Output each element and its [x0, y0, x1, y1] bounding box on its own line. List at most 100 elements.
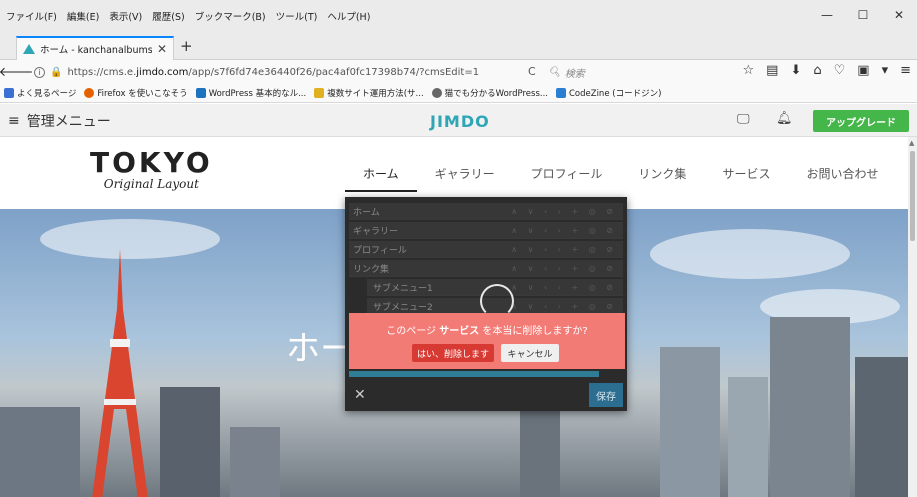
bookmark-item[interactable]: WordPress 基本的なル...	[195, 87, 306, 99]
site-navigation: ホーム ギャラリー プロフィール リンク集 サービス お問い合わせ	[345, 165, 896, 192]
navigation-bar: 🡐 i 🔒 https://cms.e.jimdo.com/app/s7f6fd…	[0, 60, 917, 84]
bookmark-star-icon[interactable]: ☆	[742, 63, 754, 78]
minimize-button[interactable]: —	[809, 0, 845, 30]
bookmarks-toolbar: よく見るページ Firefox を使いこなそう WordPress 基本的なル.…	[0, 84, 917, 103]
nav-editor-item-label: リンク集	[353, 264, 390, 275]
scroll-thumb[interactable]	[910, 151, 915, 241]
bookmark-item[interactable]: 複数サイト運用方法(サ...	[314, 87, 424, 99]
jimdo-logo: JIMDO	[430, 112, 490, 131]
menu-edit[interactable]: 編集(E)	[67, 9, 99, 23]
pocket-icon[interactable]: ♡	[834, 63, 846, 78]
menu-help[interactable]: ヘルプ(H)	[327, 9, 370, 23]
bookmark-item[interactable]: Firefox を使いこなそう	[84, 87, 188, 99]
jimdo-favicon-icon	[23, 44, 35, 54]
tab-title: ホーム - kanchanalbumsite べ	[40, 45, 152, 56]
panel-close-button[interactable]: ✕	[354, 387, 366, 403]
back-arrow-icon[interactable]: 🡐	[0, 62, 33, 82]
preview-monitor-icon[interactable]: 🖵	[737, 112, 750, 127]
search-box[interactable]: 🔍︎ 検索	[548, 62, 708, 82]
menu-history[interactable]: 履歴(S)	[152, 9, 184, 23]
menu-list: ファイル(F) 編集(E) 表示(V) 履歴(S) ブックマーク(B) ツール(…	[6, 9, 370, 23]
tab-close-icon[interactable]: ✕	[157, 42, 167, 56]
window-menubar: ファイル(F) 編集(E) 表示(V) 履歴(S) ブックマーク(B) ツール(…	[0, 0, 917, 34]
notification-bell-icon[interactable]: 🔔︎	[776, 111, 793, 126]
cancel-delete-button[interactable]: キャンセル	[501, 344, 559, 362]
building	[660, 347, 720, 497]
menu-view[interactable]: 表示(V)	[109, 9, 142, 23]
nav-editor-item-label: プロフィール	[353, 245, 407, 256]
nav-editor-input-bar[interactable]	[349, 371, 599, 377]
window-controls: — ☐ ✕	[809, 0, 917, 30]
nav-editor-item-controls[interactable]: ∧ ∨ ‹ › + ◎ ⊘	[511, 264, 617, 273]
building	[855, 357, 908, 497]
site-nav-links[interactable]: リンク集	[620, 165, 704, 192]
confirm-prefix: このページ	[386, 326, 440, 337]
nav-editor-item-controls[interactable]: ∧ ∨ ‹ › + ◎ ⊘	[511, 226, 617, 235]
confirm-delete-button[interactable]: はい、削除します	[412, 344, 494, 362]
confirm-page-name: サービス	[439, 326, 480, 337]
site-nav-profile[interactable]: プロフィール	[513, 165, 621, 192]
delete-confirm-message: このページ サービス を本当に削除しますか?	[349, 322, 625, 337]
tokyo-tower-icon	[92, 249, 148, 497]
close-window-button[interactable]: ✕	[881, 0, 917, 30]
site-nav-service[interactable]: サービス	[704, 165, 788, 192]
new-tab-button[interactable]: +	[180, 37, 193, 55]
confirm-suffix: を本当に削除しますか?	[479, 326, 588, 337]
admin-menu-button[interactable]: ≡ 管理メニュー	[8, 111, 111, 131]
bookmark-item[interactable]: よく見るページ	[4, 87, 76, 99]
hero-title: ホー	[286, 329, 354, 369]
menu-tools[interactable]: ツール(T)	[276, 9, 318, 23]
url-prefix: https://cms.e.	[67, 66, 137, 78]
page-scrollbar[interactable]: ▲	[908, 137, 917, 497]
building	[770, 317, 850, 497]
nav-editor-item-controls[interactable]: ∧ ∨ ‹ › + ◎ ⊘	[511, 245, 617, 254]
building	[520, 407, 560, 497]
bookmark-item[interactable]: 猫でも分かるWordPress...	[431, 87, 548, 99]
nav-editor-item[interactable]: ギャラリー ∧ ∨ ‹ › + ◎ ⊘	[349, 222, 623, 239]
lock-icon: 🔒	[50, 66, 63, 78]
bookmark-label: よく見るページ	[17, 89, 77, 99]
info-icon[interactable]: i	[34, 66, 45, 78]
overflow-chevron-icon[interactable]: ▾	[882, 63, 889, 78]
maximize-button[interactable]: ☐	[845, 0, 881, 30]
nav-editor-item-label: ギャラリー	[353, 226, 399, 237]
search-placeholder: 検索	[564, 68, 585, 80]
site-logo[interactable]: TOKYO Original Layout	[90, 149, 213, 192]
nav-editor-item-controls[interactable]: ∧ ∨ ‹ › + ◎ ⊘	[511, 302, 617, 311]
toolbar-icons: ☆ ▤ ⬇ ⌂ ♡ ▣ ▾ ≡	[742, 63, 911, 78]
url-bar[interactable]: i 🔒 https://cms.e.jimdo.com/app/s7f6fd74…	[30, 62, 512, 82]
nav-editor-item[interactable]: プロフィール ∧ ∨ ‹ › + ◎ ⊘	[349, 241, 623, 258]
hamburger-menu-icon[interactable]: ≡	[900, 63, 911, 78]
home-icon[interactable]: ⌂	[813, 63, 821, 78]
site-logo-sub: Original Layout	[103, 177, 199, 191]
panel-save-button[interactable]: 保存	[589, 383, 623, 407]
cloud	[650, 229, 850, 279]
site-nav-home[interactable]: ホーム	[345, 165, 417, 192]
bookmark-label: 猫でも分かるWordPress...	[444, 89, 548, 99]
reading-list-icon[interactable]: ▤	[766, 63, 778, 78]
bookmark-item[interactable]: CodeZine (コードジン)	[555, 87, 661, 99]
search-icon: 🔍︎	[548, 66, 561, 78]
bookmark-icon	[4, 88, 14, 98]
bookmark-label: 複数サイト運用方法(サ...	[327, 89, 424, 99]
nav-editor-item-controls[interactable]: ∧ ∨ ‹ › + ◎ ⊘	[511, 207, 617, 216]
tab-home[interactable]: ホーム - kanchanalbumsite べ ✕	[16, 36, 174, 60]
upgrade-button[interactable]: アップグレード	[813, 110, 909, 132]
building	[230, 427, 280, 497]
delete-confirm-dialog: このページ サービス を本当に削除しますか? はい、削除します キャンセル	[349, 313, 625, 369]
jimdo-admin-bar: ≡ 管理メニュー JIMDO 🖵 🔔︎ アップグレード	[0, 104, 917, 137]
screenshot-icon[interactable]: ▣	[857, 63, 869, 78]
nav-editor-item[interactable]: リンク集 ∧ ∨ ‹ › + ◎ ⊘	[349, 260, 623, 277]
menu-bookmarks[interactable]: ブックマーク(B)	[195, 9, 266, 23]
site-nav-gallery[interactable]: ギャラリー	[417, 165, 513, 192]
scroll-up-arrow-icon[interactable]: ▲	[909, 139, 914, 147]
site-nav-contact[interactable]: お問い合わせ	[788, 165, 896, 192]
download-icon[interactable]: ⬇	[790, 63, 801, 78]
reload-icon[interactable]: C	[528, 65, 536, 78]
nav-editor-item-label: ホーム	[353, 207, 380, 218]
crown-icon	[314, 88, 325, 98]
nav-editor-item-controls[interactable]: ∧ ∨ ‹ › + ◎ ⊘	[511, 283, 617, 292]
url-path: /app/s7f6fd74e36440f26/pac4af0fc17398b74…	[188, 66, 480, 78]
nav-editor-item[interactable]: ホーム ∧ ∨ ‹ › + ◎ ⊘	[349, 203, 623, 220]
menu-file[interactable]: ファイル(F)	[6, 9, 57, 23]
